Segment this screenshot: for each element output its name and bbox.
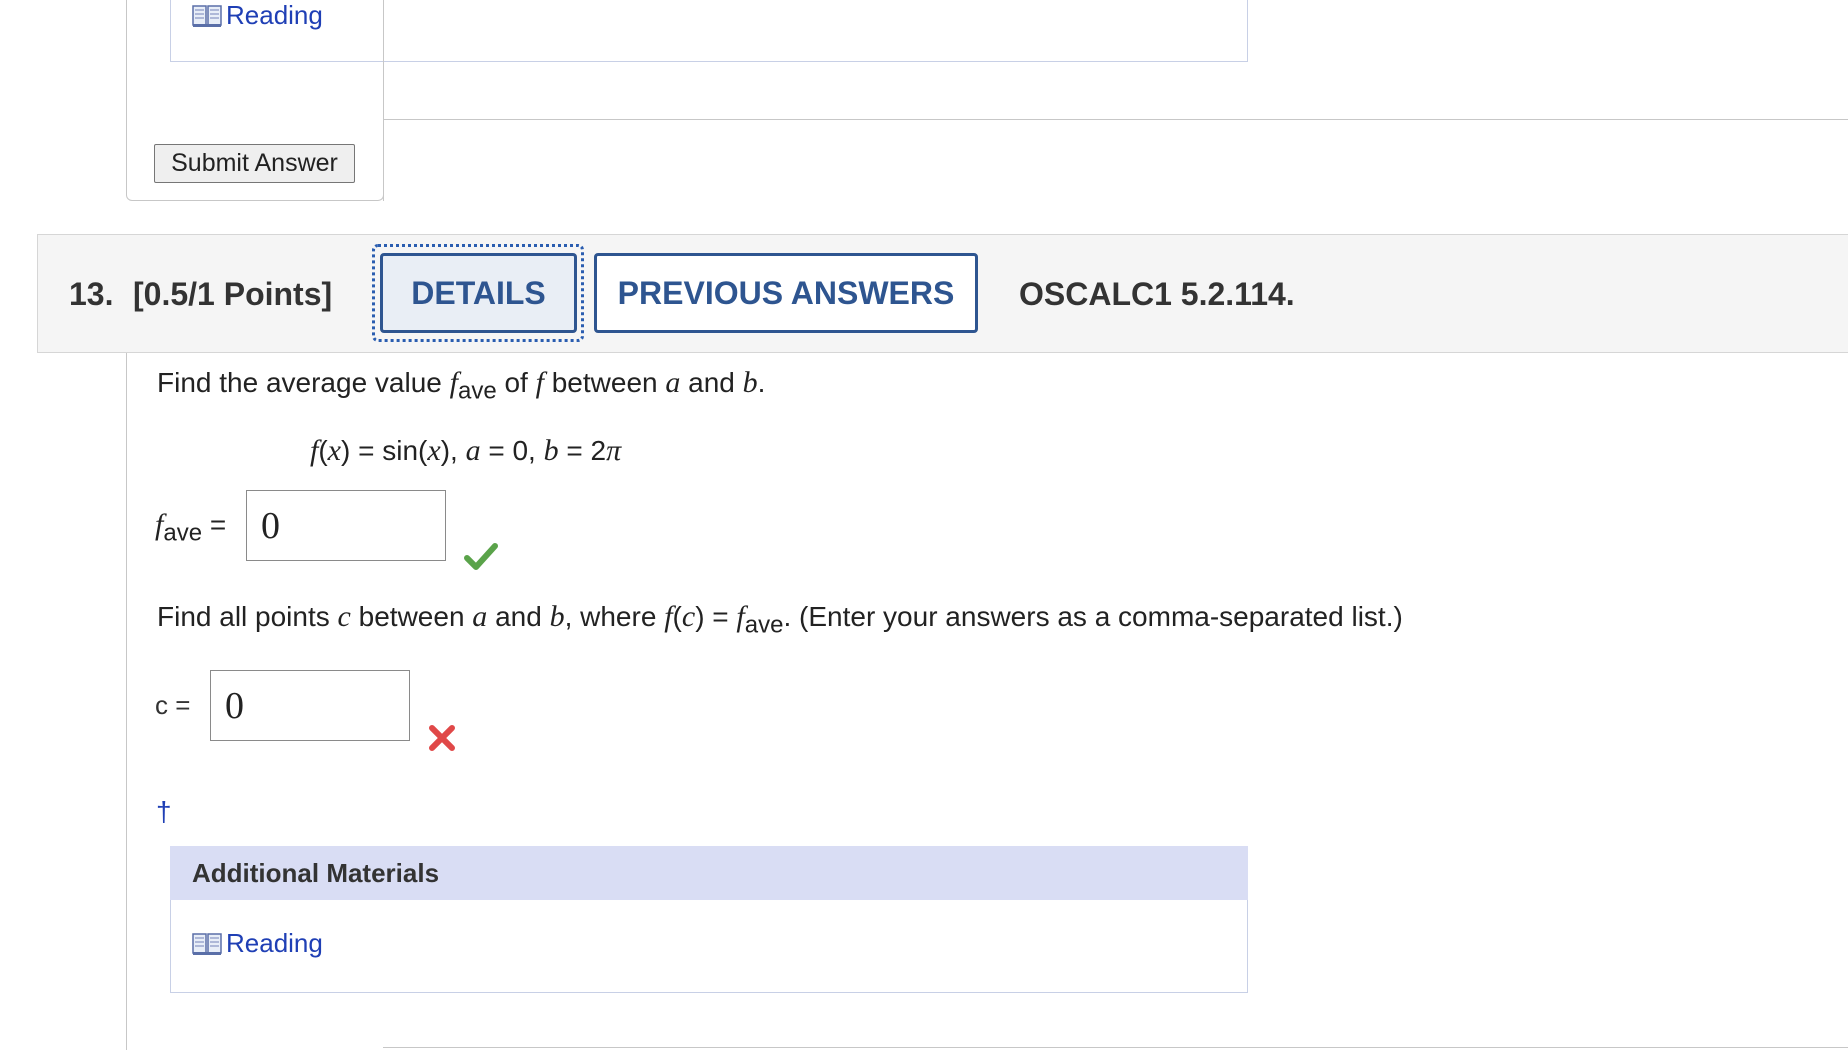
dagger-footnote[interactable]: †	[156, 796, 172, 828]
checkmark-icon	[464, 543, 498, 570]
reading-link[interactable]: Reading	[192, 928, 323, 959]
divider	[383, 1047, 1848, 1048]
additional-materials-header: Additional Materials	[170, 846, 1248, 900]
fave-label: fave =	[155, 508, 227, 547]
book-icon	[192, 932, 222, 955]
reading-label: Reading	[226, 928, 323, 958]
question-points: [0.5/1 Points]	[133, 276, 333, 312]
body-border	[126, 353, 127, 1050]
fave-answer-input[interactable]: 0	[246, 490, 446, 561]
previous-answers-button[interactable]: PREVIOUS ANSWERS	[594, 253, 978, 333]
incorrect-x-icon	[429, 725, 455, 751]
c-label: c =	[155, 690, 191, 720]
function-formula: f(x) = sin(x), a = 0, b = 2π	[310, 434, 622, 467]
c-answer-input[interactable]: 0	[210, 670, 410, 741]
question-number: 13.	[69, 276, 114, 312]
question-prompt-average: Find the average value fave of f between…	[157, 366, 766, 405]
divider	[383, 119, 384, 201]
question-prompt-points: Find all points c between a and b, where…	[157, 600, 1403, 639]
question-code: OSCALC1 5.2.114.	[1019, 276, 1295, 312]
submit-answer-button[interactable]: Submit Answer	[154, 144, 355, 183]
divider	[383, 119, 1848, 120]
details-button[interactable]: DETAILS	[380, 253, 577, 333]
